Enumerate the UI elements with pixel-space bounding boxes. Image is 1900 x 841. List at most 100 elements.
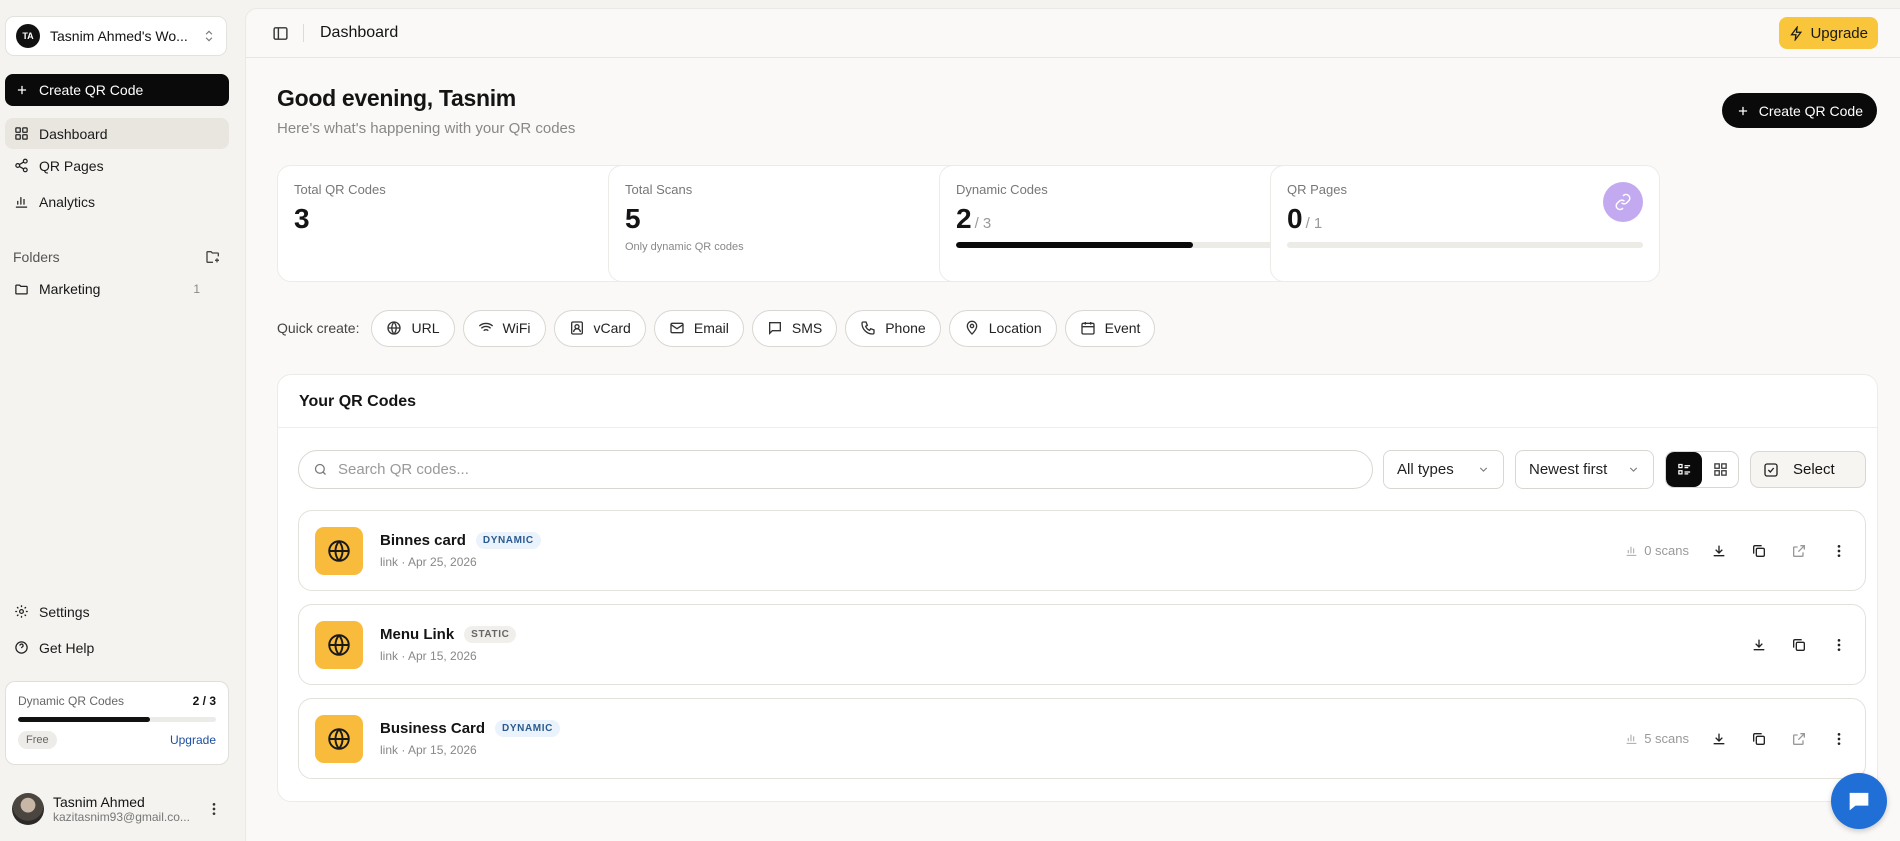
select-label: Select [1793,461,1835,478]
search-icon [313,462,328,477]
chat-icon [1845,787,1873,815]
stat-number: 0 [1287,203,1303,234]
quick-create-phone[interactable]: Phone [845,309,941,347]
download-icon[interactable] [1709,731,1729,747]
sidebar-item-qr-pages[interactable]: QR Pages [5,150,229,181]
copy-icon[interactable] [1749,543,1769,559]
new-folder-icon[interactable] [205,249,221,265]
stat-label: Total Scans [625,182,693,197]
quick-create-wifi[interactable]: WiFi [462,309,546,347]
stat-label: QR Pages [1287,182,1347,197]
plan-usage-fill [18,717,151,722]
download-icon[interactable] [1709,543,1729,559]
stat-value: 0/ 1 [1287,203,1643,235]
user-email: kazitasnim93@gmail.co... [53,810,190,824]
sort-select[interactable]: Newest first [1515,450,1654,489]
qr-type-badge: STATIC [464,626,517,643]
list-view-button[interactable] [1666,452,1702,487]
stat-value: 2/ 3 [956,203,1311,235]
quick-create-url[interactable]: URL [371,309,455,347]
create-qr-button[interactable]: Create QR Code [1721,93,1877,128]
qr-code-name: Binnes card [380,532,466,549]
download-icon[interactable] [1749,637,1769,653]
copy-icon[interactable] [1789,637,1809,653]
breadcrumb: Dashboard [320,24,399,41]
chip-label: Phone [885,320,926,336]
chevron-down-icon [1477,463,1490,476]
kebab-menu-icon[interactable] [206,801,222,817]
calendar-icon [1080,320,1096,336]
sidebar-item-analytics[interactable]: Analytics [5,186,229,217]
kebab-menu-icon[interactable] [1829,637,1849,653]
qr-code-row[interactable]: Business Card DYNAMIC link · Apr 15, 202… [298,698,1866,779]
workspace-switcher[interactable]: TA Tasnim Ahmed's Wo... [5,16,227,56]
external-link-icon[interactable] [1789,543,1809,559]
qr-code-meta: link · Apr 25, 2026 [380,555,477,569]
kebab-menu-icon[interactable] [1829,731,1849,747]
kebab-menu-icon[interactable] [1829,543,1849,559]
stat-denominator: / 3 [974,215,992,232]
stat-label: Total QR Codes [294,182,386,197]
external-link-icon[interactable] [1789,731,1809,747]
plan-usage-card: Dynamic QR Codes 2 / 3 Free Upgrade [5,681,229,765]
folder-item-marketing[interactable]: Marketing 1 [5,274,229,304]
stat-number: 5 [625,203,641,234]
qr-code-name: Menu Link [380,626,455,643]
main-panel: Dashboard Upgrade Good evening, Tasnim H… [245,8,1900,841]
scan-count: 5 scans [1625,731,1689,746]
upgrade-label: Upgrade [1810,24,1868,42]
qr-code-meta: link · Apr 15, 2026 [380,743,477,757]
chip-label: SMS [791,320,823,336]
view-toggle [1665,451,1739,488]
scan-count-label: 5 scans [1644,731,1689,746]
quick-create-bar: Quick create: URL WiFi vCard Email SMS P… [277,309,1156,347]
chip-label: vCard [593,320,631,336]
plan-usage-value: 2 / 3 [192,694,216,708]
stat-note: Only dynamic QR codes [625,241,744,253]
sidebar-item-label: Analytics [39,193,96,210]
search-input[interactable]: Search QR codes... [298,450,1373,489]
qr-codes-panel: Your QR Codes Search QR codes... All typ… [277,374,1878,802]
quick-create-location[interactable]: Location [948,309,1057,347]
upgrade-link[interactable]: Upgrade [170,733,216,747]
quick-create-vcard[interactable]: vCard [553,309,646,347]
stat-progress-bar [1287,242,1643,248]
folders-header: Folders [13,249,221,265]
grid-view-button[interactable] [1702,452,1738,487]
user-menu[interactable]: Tasnim Ahmed kazitasnim93@gmail.co... [5,789,229,829]
link-icon [1603,182,1643,222]
type-filter-select[interactable]: All types [1383,450,1504,489]
quick-create-email[interactable]: Email [653,309,744,347]
sidebar-toggle-icon[interactable] [272,25,289,42]
sidebar-item-dashboard[interactable]: Dashboard [5,118,229,149]
gear-icon [14,604,30,619]
plus-icon [15,83,29,97]
checkbox-icon [1763,462,1779,478]
upgrade-button[interactable]: Upgrade [1779,17,1878,49]
copy-icon[interactable] [1749,731,1769,747]
quick-create-sms[interactable]: SMS [751,309,838,347]
globe-icon [315,714,363,763]
sidebar: TA Tasnim Ahmed's Wo... Create QR Code D… [0,0,237,841]
stat-progress-bar [956,242,1311,248]
bar-chart-icon [1625,544,1638,557]
chip-label: Location [988,320,1042,336]
create-qr-button-sidebar[interactable]: Create QR Code [5,74,229,106]
share-icon [14,158,30,173]
sidebar-item-settings[interactable]: Settings [5,596,229,627]
sidebar-item-label: Get Help [39,639,95,656]
plus-icon [1736,104,1750,118]
qr-type-badge: DYNAMIC [475,532,541,549]
quick-create-event[interactable]: Event [1064,309,1156,347]
workspace-name: Tasnim Ahmed's Wo... [50,28,188,44]
create-qr-label: Create QR Code [1758,102,1863,119]
stat-card-qr-pages: QR Pages 0/ 1 [1270,165,1660,282]
qr-code-row[interactable]: Menu Link STATIC link · Apr 15, 2026 [298,604,1866,685]
grid-icon [1713,462,1728,477]
select-button[interactable]: Select [1750,451,1866,488]
search-placeholder: Search QR codes... [338,461,469,478]
qr-code-row[interactable]: Binnes card DYNAMIC link · Apr 25, 2026 … [298,510,1866,591]
qr-code-meta: link · Apr 15, 2026 [380,649,477,663]
sidebar-item-get-help[interactable]: Get Help [5,632,229,663]
chat-support-button[interactable] [1831,773,1887,829]
